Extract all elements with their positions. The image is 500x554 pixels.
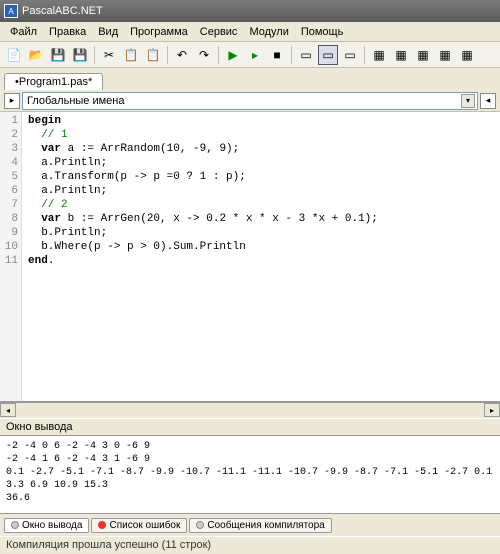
line-gutter: 1234567891011 (0, 112, 22, 401)
menu-modules[interactable]: Модули (243, 24, 294, 40)
editor-tabs: •Program1.pas* (0, 68, 500, 90)
tab-output-label: Окно вывода (22, 520, 82, 531)
panel3-icon[interactable]: ▭ (340, 45, 360, 65)
paste-icon[interactable]: 📋 (143, 45, 163, 65)
title-bar: A PascalABC.NET (0, 0, 500, 22)
scope-toggle-icon[interactable]: ▸ (4, 93, 20, 109)
tab-compiler-label: Сообщения компилятора (207, 520, 324, 531)
panel2-icon[interactable]: ▭ (318, 45, 338, 65)
open-file-icon[interactable]: 📂 (26, 45, 46, 65)
toolbar-separator (364, 46, 365, 64)
menu-service[interactable]: Сервис (194, 24, 244, 40)
copy-icon[interactable]: 📋 (121, 45, 141, 65)
tool4-icon[interactable]: ▦ (435, 45, 455, 65)
scroll-right-icon[interactable]: ▸ (484, 403, 500, 417)
code-editor[interactable]: 1234567891011 begin // 1 var a := ArrRan… (0, 112, 500, 402)
tab-output[interactable]: Окно вывода (4, 518, 89, 533)
tool2-icon[interactable]: ▦ (391, 45, 411, 65)
tool3-icon[interactable]: ▦ (413, 45, 433, 65)
tab-errors-label: Список ошибок (109, 520, 180, 531)
cut-icon[interactable]: ✂ (99, 45, 119, 65)
toolbar-separator (94, 46, 95, 64)
panel1-icon[interactable]: ▭ (296, 45, 316, 65)
status-bar: Компиляция прошла успешно (11 строк) (0, 536, 500, 554)
scope-row: ▸ Глобальные имена ▾ ◂ (0, 90, 500, 112)
scroll-track[interactable] (16, 403, 484, 418)
h-scrollbar[interactable]: ◂ ▸ (0, 402, 500, 418)
toolbar-separator (291, 46, 292, 64)
new-file-icon[interactable]: 📄 (4, 45, 24, 65)
output-panel[interactable]: -2 -4 0 6 -2 -4 3 0 -6 9 -2 -4 1 6 -2 -4… (0, 436, 500, 514)
menu-file[interactable]: Файл (4, 24, 43, 40)
tab-errors[interactable]: Список ошибок (91, 518, 187, 533)
menu-bar: Файл Правка Вид Программа Сервис Модули … (0, 22, 500, 42)
run-icon[interactable]: ▶ (223, 45, 243, 65)
tab-output-dot-icon (11, 521, 19, 529)
tab-program1[interactable]: •Program1.pas* (4, 73, 103, 90)
scope-label: Глобальные имена (27, 95, 125, 107)
tool5-icon[interactable]: ▦ (457, 45, 477, 65)
app-icon: A (4, 4, 18, 18)
scope-combo[interactable]: Глобальные имена ▾ (22, 92, 478, 110)
chevron-down-icon[interactable]: ▾ (461, 94, 475, 108)
toolbar-separator (218, 46, 219, 64)
tab-errors-dot-icon (98, 521, 106, 529)
scope-nav-icon[interactable]: ◂ (480, 93, 496, 109)
scroll-left-icon[interactable]: ◂ (0, 403, 16, 417)
code-area[interactable]: begin // 1 var a := ArrRandom(10, -9, 9)… (22, 112, 500, 401)
bottom-tabs: Окно вывода Список ошибок Сообщения комп… (0, 514, 500, 536)
menu-edit[interactable]: Правка (43, 24, 92, 40)
save-icon[interactable]: 💾 (48, 45, 68, 65)
save-all-icon[interactable]: 💾 (70, 45, 90, 65)
menu-help[interactable]: Помощь (295, 24, 350, 40)
step-icon[interactable]: ▸ (245, 45, 265, 65)
output-title: Окно вывода (0, 418, 500, 436)
toolbar-separator (167, 46, 168, 64)
menu-program[interactable]: Программа (124, 24, 194, 40)
redo-icon[interactable]: ↷ (194, 45, 214, 65)
undo-icon[interactable]: ↶ (172, 45, 192, 65)
toolbar: 📄 📂 💾 💾 ✂ 📋 📋 ↶ ↷ ▶ ▸ ■ ▭ ▭ ▭ ▦ ▦ ▦ ▦ ▦ (0, 42, 500, 68)
tab-compiler-dot-icon (196, 521, 204, 529)
window-title: PascalABC.NET (22, 5, 103, 17)
tool1-icon[interactable]: ▦ (369, 45, 389, 65)
menu-view[interactable]: Вид (92, 24, 124, 40)
tab-compiler[interactable]: Сообщения компилятора (189, 518, 331, 533)
stop-icon[interactable]: ■ (267, 45, 287, 65)
